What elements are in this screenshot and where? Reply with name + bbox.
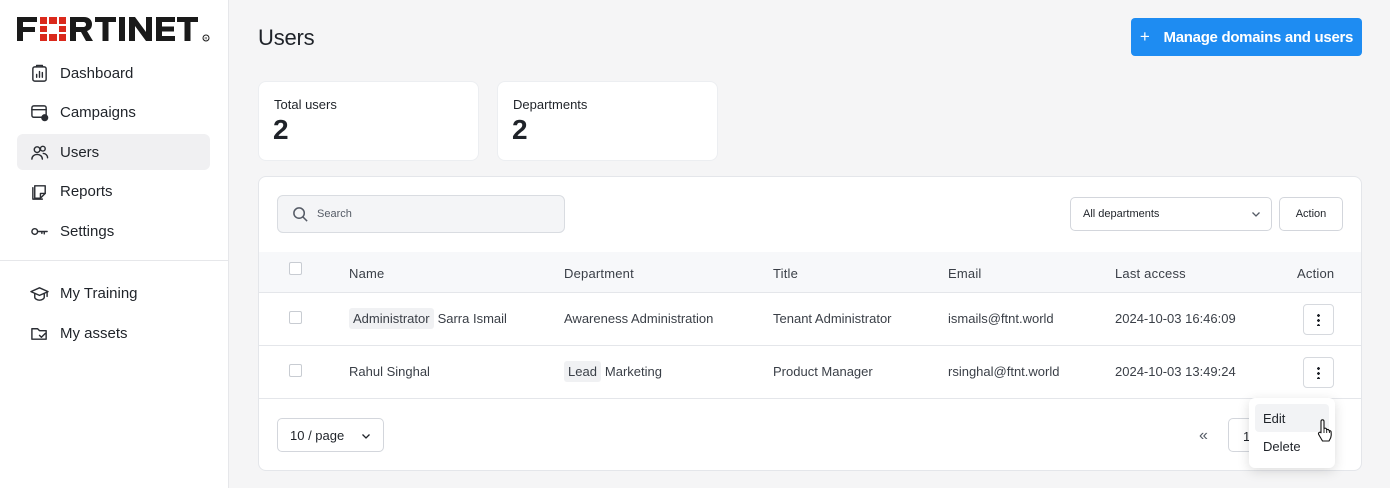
chevron-down-icon	[362, 434, 370, 439]
reports-icon	[29, 182, 49, 202]
svg-text:R: R	[205, 36, 208, 41]
search-box[interactable]	[277, 195, 565, 233]
column-header-email[interactable]: Email	[948, 266, 982, 281]
role-tag: Lead	[564, 361, 601, 382]
sidebar-item-settings[interactable]: Settings	[17, 213, 210, 249]
sidebar-item-reports[interactable]: Reports	[17, 174, 210, 210]
email-cell: ismails@ftnt.world	[948, 311, 1054, 326]
secondary-nav: My Training My assets	[17, 275, 210, 351]
sidebar-item-label: Settings	[60, 222, 115, 240]
stat-value: 2	[273, 114, 289, 145]
main-nav: Dashboard Campaigns Users Reports Settin…	[17, 55, 210, 249]
row-checkbox[interactable]	[289, 311, 302, 324]
sidebar-item-label: Users	[60, 143, 100, 161]
table-header: Name Department Title Email Last access …	[259, 252, 1361, 293]
title-cell: Product Manager	[773, 364, 873, 379]
stat-value: 2	[512, 114, 528, 145]
fortinet-logo[interactable]: R	[17, 16, 211, 42]
sidebar-item-dashboard[interactable]: Dashboard	[17, 55, 210, 91]
sidebar-item-campaigns[interactable]: Campaigns	[17, 95, 210, 131]
sidebar-item-label: My Training	[60, 284, 138, 302]
sidebar-item-label: Reports	[60, 183, 113, 200]
title-cell: Tenant Administrator	[773, 311, 892, 326]
users-icon	[29, 142, 49, 162]
search-input[interactable]	[317, 208, 547, 220]
column-header-department[interactable]: Department	[564, 266, 634, 281]
row-actions-button[interactable]	[1303, 304, 1334, 335]
department-cell: Lead Marketing	[564, 361, 662, 382]
total-users-card: Total users 2	[258, 81, 479, 161]
column-header-title[interactable]: Title	[773, 266, 798, 281]
page-size-value: 10 / page	[290, 427, 345, 443]
stat-label: Departments	[513, 97, 588, 112]
hand-pointer-cursor-icon	[1317, 419, 1332, 442]
more-vertical-icon	[1317, 313, 1320, 326]
column-header-action: Action	[1297, 266, 1335, 281]
row-checkbox[interactable]	[289, 364, 302, 377]
manage-domains-and-users-button[interactable]: + Manage domains and users	[1131, 18, 1362, 56]
button-label: Manage domains and users	[1163, 28, 1354, 46]
sidebar-item-my-training[interactable]: My Training	[17, 275, 210, 311]
folder-check-icon	[29, 323, 49, 343]
column-header-last-access[interactable]: Last access	[1115, 266, 1186, 281]
key-icon	[29, 221, 49, 241]
table-row: Rahul Singhal Lead Marketing Product Mana…	[259, 346, 1361, 399]
name-cell: Rahul Singhal	[349, 364, 430, 379]
department-filter-select[interactable]: All departments	[1070, 197, 1272, 231]
stat-label: Total users	[274, 97, 337, 112]
select-all-checkbox[interactable]	[289, 262, 302, 275]
sidebar: R Dashboard Campaigns Users Reports Sett…	[0, 0, 229, 488]
chevron-down-icon	[1252, 212, 1260, 217]
search-icon	[293, 206, 308, 222]
sidebar-item-label: Campaigns	[60, 104, 136, 121]
user-name: Sarra Ismail	[437, 311, 507, 326]
bulk-action-button[interactable]: Action	[1279, 197, 1343, 231]
users-table-panel: All departments Action Name Department T…	[258, 176, 1362, 471]
more-vertical-icon	[1317, 366, 1320, 379]
department-cell: Awareness Administration	[564, 311, 714, 326]
first-page-button[interactable]: «	[1199, 427, 1208, 445]
dashboard-icon	[29, 63, 49, 83]
graduation-cap-icon	[29, 283, 49, 303]
sidebar-divider	[0, 260, 228, 261]
page-size-select[interactable]: 10 / page	[277, 418, 384, 452]
column-header-name[interactable]: Name	[349, 266, 384, 281]
table-row: Administrator Sarra Ismail Awareness Admi…	[259, 293, 1361, 346]
last-access-cell: 2024-10-03 16:46:09	[1115, 311, 1236, 326]
role-tag: Administrator	[349, 308, 434, 329]
page-title: Users	[258, 25, 315, 50]
department-name: Marketing	[604, 364, 662, 379]
sidebar-item-users[interactable]: Users	[17, 134, 210, 170]
row-actions-button[interactable]	[1303, 357, 1334, 388]
campaigns-icon	[29, 103, 49, 123]
sidebar-item-label: Dashboard	[60, 64, 134, 82]
sidebar-item-my-assets[interactable]: My assets	[17, 315, 210, 351]
department-filter-value: All departments	[1083, 208, 1160, 220]
email-cell: rsinghal@ftnt.world	[948, 364, 1060, 379]
plus-icon: +	[1139, 27, 1150, 46]
last-access-cell: 2024-10-03 13:49:24	[1115, 364, 1236, 379]
departments-card: Departments 2	[497, 81, 718, 161]
sidebar-item-label: My assets	[60, 324, 128, 342]
name-cell: Administrator Sarra Ismail	[349, 308, 507, 329]
